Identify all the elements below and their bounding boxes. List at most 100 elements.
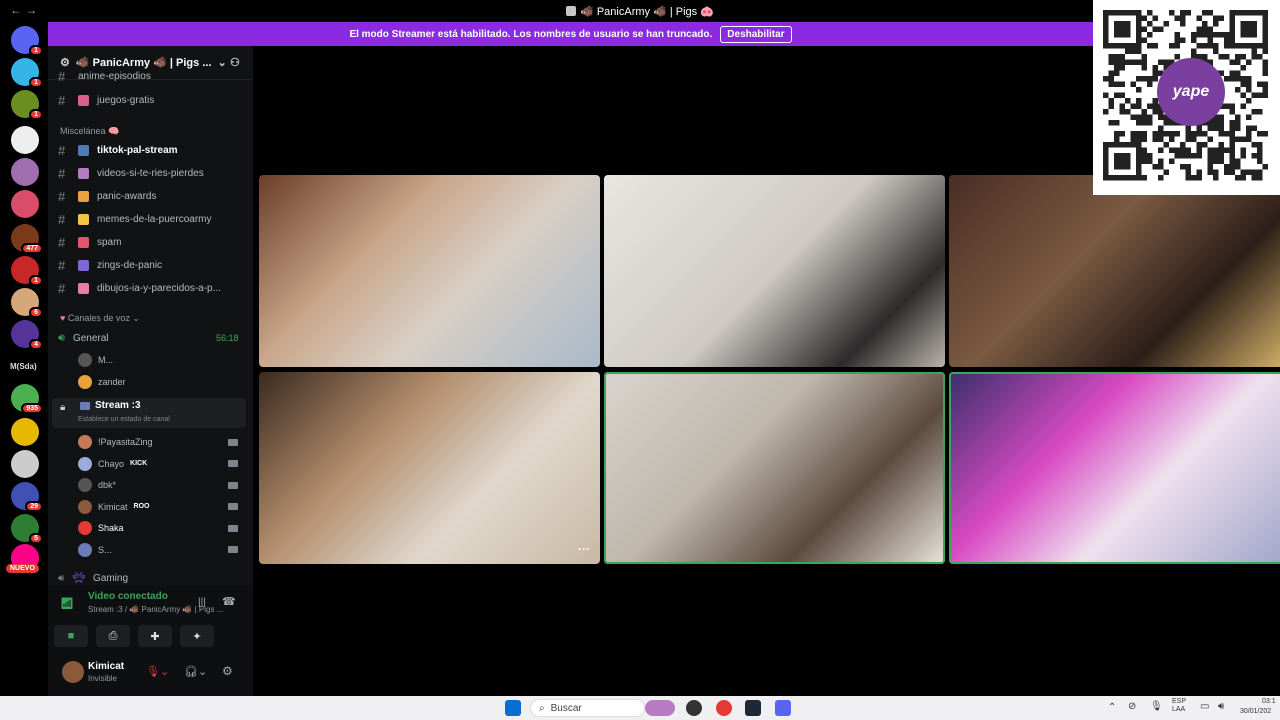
qr-module	[1240, 136, 1246, 142]
text-channel[interactable]: # spam	[58, 232, 121, 252]
video-tile[interactable]	[949, 175, 1280, 367]
channel-partial[interactable]: # anime-episodios	[58, 70, 151, 82]
voice-user[interactable]: zander	[78, 372, 126, 392]
qr-module	[1196, 32, 1202, 38]
qr-module	[1251, 92, 1257, 98]
taskbar-search[interactable]: ⌕ Buscar	[530, 699, 645, 717]
server-icon[interactable]	[11, 126, 39, 154]
network-icon[interactable]: ▭	[1200, 701, 1209, 712]
qr-module	[1257, 175, 1263, 181]
share-screen-button[interactable]: ⎙	[96, 625, 130, 647]
mic-tray-icon[interactable]: 🎙︎	[1150, 701, 1163, 712]
avatar	[78, 478, 92, 492]
qr-module	[1125, 48, 1131, 54]
server-icon[interactable]	[11, 190, 39, 218]
server-icon[interactable]: 935	[11, 384, 43, 414]
taskbar-app-icon[interactable]	[645, 700, 675, 716]
stream-user[interactable]: Kimicat ROO	[78, 497, 238, 517]
clock-time[interactable]: 03:1	[1262, 698, 1276, 705]
video-tile-speaking[interactable]	[949, 372, 1280, 564]
server-icon[interactable]: 5	[11, 514, 43, 544]
stream-user[interactable]: S...	[78, 540, 238, 560]
voice-channel-stream[interactable]: 🔒︎ Stream :3 Establece un estado de cana…	[52, 398, 246, 428]
stream-user[interactable]: dbk*	[78, 475, 238, 495]
video-tile-speaking[interactable]	[604, 372, 945, 564]
clock-date[interactable]: 30/01/202	[1240, 708, 1271, 715]
server-icon[interactable]	[11, 158, 39, 186]
stream-user[interactable]: !PayasitaZing	[78, 432, 238, 452]
stream-user[interactable]: Chayo KICK	[78, 454, 238, 474]
text-channel[interactable]: # dibujos-ia-y-parecidos-a-p...	[58, 278, 221, 298]
qr-module	[1158, 131, 1164, 137]
qr-module	[1152, 136, 1158, 142]
add-member-icon[interactable]: ⚇	[230, 56, 240, 69]
qr-module	[1119, 131, 1125, 137]
discord-home-icon[interactable]: 1	[11, 26, 43, 56]
text-channel[interactable]: # tiktok-pal-stream	[58, 140, 178, 160]
category-misc[interactable]: Miscelánea 🧠	[60, 126, 119, 137]
more-options-icon[interactable]: ···	[578, 542, 590, 556]
text-channel[interactable]: # panic-awards	[58, 186, 156, 206]
voice-channel-general[interactable]: 🔊︎ General 56:18	[58, 328, 239, 348]
stream-user[interactable]: Shaka	[78, 518, 238, 538]
qr-module	[1218, 158, 1224, 164]
video-tile[interactable]	[259, 175, 600, 367]
qr-module	[1224, 169, 1230, 175]
language-indicator[interactable]: ESP LAA	[1172, 698, 1186, 714]
qr-module	[1196, 131, 1202, 137]
chevron-down-icon[interactable]: ⌄	[218, 56, 227, 69]
server-icon[interactable]: 1	[11, 256, 43, 286]
windows-start-icon[interactable]	[505, 700, 521, 716]
server-icon[interactable]	[11, 450, 39, 478]
server-icon[interactable]: 1	[11, 58, 43, 88]
server-icon[interactable]	[11, 418, 39, 446]
tray-app-icon[interactable]: ⊘	[1128, 701, 1136, 712]
server-icon[interactable]: 4	[11, 320, 43, 350]
taskbar-app-icon[interactable]	[686, 700, 702, 716]
mic-muted-icon[interactable]: 🎙︎⌄	[146, 665, 169, 678]
headphones-icon[interactable]: 🎧︎⌄	[184, 665, 207, 678]
text-channel[interactable]: # memes-de-la-puercoarmy	[58, 209, 211, 229]
channel-juegos-gratis[interactable]: # juegos-gratis	[58, 90, 154, 110]
qr-module	[1163, 142, 1169, 148]
server-icon[interactable]: 6	[11, 288, 43, 318]
qr-module	[1251, 48, 1257, 54]
back-arrow-icon[interactable]: ← →	[10, 3, 37, 17]
voice-user[interactable]: M...	[78, 350, 113, 370]
server-icon[interactable]: 29	[11, 482, 43, 512]
disable-streamer-button[interactable]: Deshabilitar	[720, 25, 792, 43]
video-tile[interactable]	[604, 175, 945, 367]
disconnect-icon[interactable]: ☎	[222, 595, 236, 608]
qr-module	[1213, 158, 1219, 164]
category-voice[interactable]: ♥ Canales de voz ⌄	[60, 313, 140, 324]
qr-module	[1262, 70, 1268, 76]
video-tile[interactable]: ···	[259, 372, 600, 564]
gear-icon[interactable]: ⚙	[60, 56, 70, 69]
qr-module	[1257, 147, 1263, 153]
avatar[interactable]	[62, 661, 84, 683]
discord-icon[interactable]	[775, 700, 791, 716]
server-icon[interactable]: 1	[11, 90, 43, 120]
avatar	[78, 499, 92, 514]
qr-module	[1229, 147, 1235, 153]
screen-icon	[80, 402, 90, 410]
camera-button[interactable]: ■	[54, 625, 88, 647]
text-channel[interactable]: # zings-de-panic	[58, 255, 162, 275]
activities-button[interactable]: ✚	[138, 625, 172, 647]
steam-icon[interactable]	[745, 700, 761, 716]
channel-status[interactable]: Establece un estado de canal	[78, 416, 170, 423]
text-channel[interactable]: # videos-si-te-ries-pierdes	[58, 163, 204, 183]
tray-chevron-icon[interactable]: ⌃	[1108, 702, 1116, 713]
opera-icon[interactable]	[716, 700, 732, 716]
server-label[interactable]: M(Sda)	[10, 362, 37, 371]
volume-icon[interactable]: 🔊︎	[1218, 701, 1224, 712]
settings-gear-icon[interactable]: ⚙	[222, 664, 233, 678]
soundboard-button[interactable]: ✦	[180, 625, 214, 647]
qr-module	[1119, 92, 1125, 98]
qr-module	[1141, 153, 1147, 159]
qr-module	[1229, 103, 1235, 109]
noise-suppression-icon[interactable]: |||	[198, 597, 206, 608]
server-icon[interactable]: 477	[11, 224, 43, 254]
qr-module	[1114, 120, 1120, 126]
channel-label: zings-de-panic	[97, 259, 163, 271]
